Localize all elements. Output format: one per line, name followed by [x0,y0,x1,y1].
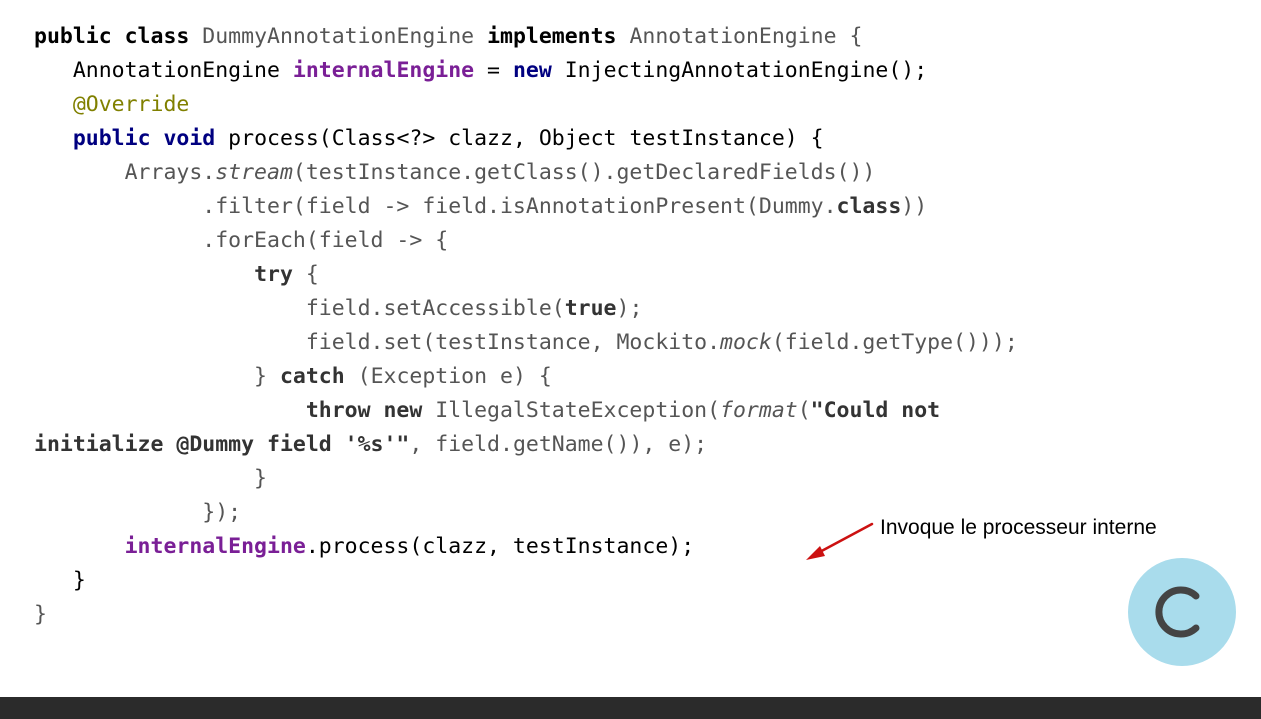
code-token: field.setAccessible( [34,296,565,321]
code-line: initialize @Dummy field '%s'", field.get… [34,428,1018,462]
code-token: }); [34,500,242,525]
code-token: try [254,262,293,287]
code-token: DummyAnnotationEngine [189,24,488,49]
code-token: "Could not [810,398,941,423]
code-line: .filter(field -> field.isAnnotationPrese… [34,190,1018,224]
c-logo-icon [1128,558,1236,666]
code-line: try { [34,258,1018,292]
code-token: (testInstance.getClass().getDeclaredFiel… [292,160,876,185]
code-token: public void [72,126,216,151]
code-token: ( [797,398,811,423]
code-token: implements [487,24,617,49]
code-token: } [34,466,267,491]
code-token: (Exception e) { [344,364,552,389]
code-token: initialize @Dummy field '%s'" [34,432,410,457]
code-token: public class [34,24,190,49]
code-token: mock [720,330,772,355]
code-token: } [34,568,86,593]
code-token: InjectingAnnotationEngine(); [551,58,928,83]
annotation-text: Invoque le processeur interne [880,516,1157,539]
code-line: public class DummyAnnotationEngine imple… [34,20,1018,54]
code-token: true [564,296,617,321]
code-token: class [836,194,902,219]
code-token: process(Class<?> clazz, Object testInsta… [215,126,824,151]
red-arrow-icon [806,522,874,560]
code-token: } [34,364,280,389]
code-token: IllegalStateException( [422,398,721,423]
code-token: format [720,398,798,423]
code-token: AnnotationEngine { [616,24,863,49]
code-line: throw new IllegalStateException(format("… [34,394,1018,428]
code-token: , field.getName()), e); [409,432,708,457]
code-token: field.set(testInstance, Mockito. [34,330,721,355]
code-line: } catch (Exception e) { [34,360,1018,394]
code-token: } [34,602,47,627]
code-token: throw new [305,398,423,423]
code-token: @Override [34,92,190,117]
code-token: .forEach(field -> { [34,228,449,253]
code-line: Arrays.stream(testInstance.getClass().ge… [34,156,1018,190]
code-token: AnnotationEngine [34,58,293,83]
code-line: @Override [34,88,1018,122]
code-token: internalEngine [292,58,475,83]
code-token: Arrays. [34,160,216,185]
code-token: (field.getType())); [771,330,1018,355]
slide: public class DummyAnnotationEngine imple… [0,0,1261,697]
code-line: field.setAccessible(true); [34,292,1018,326]
code-line: AnnotationEngine internalEngine = new In… [34,54,1018,88]
code-line: } [34,462,1018,496]
code-line: public void process(Class<?> clazz, Obje… [34,122,1018,156]
code-token: = [474,58,513,83]
code-token: ); [616,296,643,321]
code-token: .process(clazz, testInstance); [305,534,695,559]
code-token: stream [215,160,293,185]
code-line: .forEach(field -> { [34,224,1018,258]
code-token: catch [279,364,345,389]
code-token: internalEngine [124,534,306,559]
code-line: field.set(testInstance, Mockito.mock(fie… [34,326,1018,360]
code-token: )) [901,194,928,219]
code-line: } [34,564,1018,598]
code-token: new [512,58,552,83]
bottom-bar [0,697,1261,719]
code-line: } [34,598,1018,632]
code-token: { [292,262,319,287]
code-token: .filter(field -> field.isAnnotationPrese… [34,194,837,219]
